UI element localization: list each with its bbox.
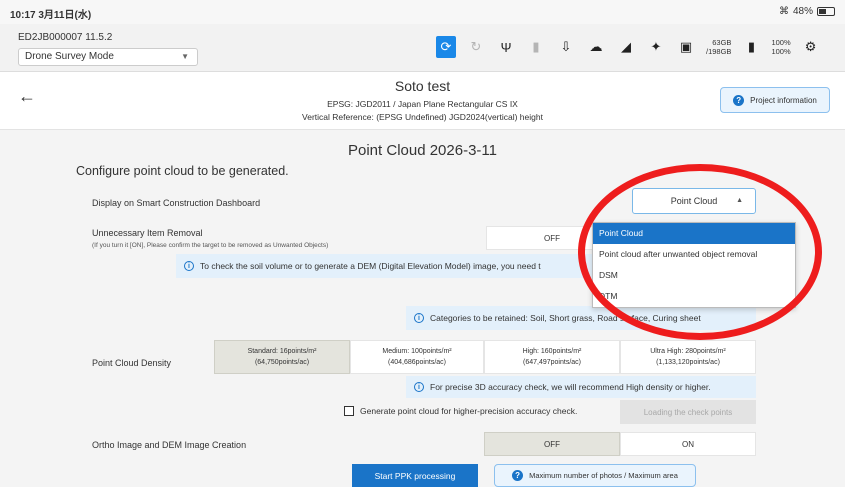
density-ultra-high[interactable]: Ultra High: 280points/m² (1,133,120point… [620,340,756,374]
categories-note: i Categories to be retained: Soil, Short… [406,306,756,330]
removal-sublabel: (If you turn it [ON], Please confirm the… [92,242,329,249]
point-cloud-settings: Point Cloud 2026-3-11 Configure point cl… [0,130,845,487]
density-standard-value: Standard: 16points/m² [247,348,317,355]
refresh-icon[interactable]: ⟳ [436,36,456,58]
chevron-up-icon: ▲ [736,197,743,204]
gear-icon[interactable]: ⚙ [801,36,821,58]
density-medium-value: Medium: 100points/m² [382,348,452,355]
ortho-off-toggle[interactable]: OFF [484,432,620,456]
status-battery: ⌘ 48% [779,6,835,17]
accuracy-check-label: Generate point cloud for higher-precisio… [360,406,578,416]
start-ppk-button[interactable]: Start PPK processing [352,464,478,487]
ortho-off-label: OFF [544,439,560,449]
help-icon: ? [733,94,745,106]
wifi-icon: ⌘ [778,6,789,17]
density-high-value: High: 160points/m² [522,348,582,355]
display-dropdown-menu: Point Cloud Point cloud after unwanted o… [592,222,796,308]
maximum-photos-label: Maximum number of photos / Maximum area [529,471,678,480]
density-medium-ac: (404,686points/ac) [388,359,446,366]
info-icon: i [184,261,194,271]
accuracy-check-checkbox[interactable] [344,406,354,416]
loading-check-points-label: Loading the check points [643,407,733,417]
usb-icon[interactable]: Ψ [496,36,516,58]
density-note: i For precise 3D accuracy check, we will… [406,376,756,398]
toolbar-icons: ⟳ ↻ Ψ ▮ ⇩ ☁ ◢ ✦ ▣ 63GB /198GB ▮ 100% 100… [436,36,821,58]
satellite-icon: ✦ [650,39,662,54]
project-title: Soto test [394,78,451,94]
cloud-icon[interactable]: ☁ [586,36,606,58]
dropdown-item-dtm[interactable]: DTM [593,286,795,307]
project-information-button[interactable]: ? Project information [720,87,830,113]
chevron-down-icon: ▼ [181,52,189,61]
density-label: Point Cloud Density [92,358,172,368]
project-information-label: Project information [750,95,817,105]
ortho-on-toggle[interactable]: ON [620,432,756,456]
status-bar: 10:17 3月11日(水) ⌘ 48% [0,0,845,24]
epsg-text: EPSG: JGD2011 / Japan Plane Rectangular … [327,99,518,109]
drone-battery-icon: ▮ [747,39,756,54]
sync-icon[interactable]: ↻ [466,36,486,58]
soil-volume-note-text: To check the soil volume or to generate … [200,261,541,271]
photos-icon: ▣ [679,39,693,54]
status-time: 10:17 3月11日(水) [10,10,92,21]
battery-level-1: 100% [771,38,791,47]
display-select-value: Point Cloud [670,196,718,206]
categories-note-text: Categories to be retained: Soil, Short g… [430,313,701,323]
density-high-ac: (647,497points/ac) [523,359,581,366]
help-icon: ? [512,470,524,481]
vertical-reference-text: Vertical Reference: (EPSG Undefined) JGD… [302,112,543,122]
removal-off-label: OFF [544,233,560,243]
density-high[interactable]: High: 160points/m² (647,497points/ac) [484,340,620,374]
loading-check-points-button[interactable]: Loading the check points [620,400,756,424]
start-ppk-label: Start PPK processing [374,470,456,481]
battery-icon [817,7,835,16]
info-icon: i [414,313,424,323]
mode-select[interactable]: Drone Survey Mode ▼ [18,48,198,66]
storage-readout: 63GB /198GB [706,38,731,56]
ortho-label: Ortho Image and DEM Image Creation [92,440,247,450]
download-icon[interactable]: ⇩ [556,36,576,58]
density-ultra-high-ac: (1,133,120points/ac) [656,359,720,366]
density-standard[interactable]: Standard: 16points/m² (64,750points/ac) [214,340,350,374]
storage-total: /198GB [706,47,732,56]
battery-level-2: 100% [771,47,791,56]
soil-volume-note: i To check the soil volume or to generat… [176,254,596,278]
ortho-on-label: ON [682,439,694,449]
display-select[interactable]: Point Cloud ▲ [632,188,756,214]
density-standard-ac: (64,750points/ac) [254,359,310,366]
dropdown-item-dsm[interactable]: DSM [593,265,795,286]
accuracy-check-row[interactable]: Generate point cloud for higher-precisio… [344,406,577,416]
toolbar: ED2JB000007 11.5.2 Drone Survey Mode ▼ ⟳… [0,24,845,72]
signal-icon: ◢ [621,39,631,54]
display-label: Display on Smart Construction Dashboard [92,198,261,208]
project-header: ← Soto test EPSG: JGD2011 / Japan Plane … [0,72,845,130]
density-ultra-high-value: Ultra High: 280points/m² [650,348,726,355]
battery-percent: 48% [792,6,813,17]
maximum-photos-button[interactable]: ? Maximum number of photos / Maximum are… [494,464,696,487]
removal-label: Unnecessary Item Removal [92,228,203,238]
info-icon: i [414,382,424,392]
density-note-text: For precise 3D accuracy check, we will r… [430,382,711,392]
storage-free: 63GB [712,38,732,47]
device-id: ED2JB000007 11.5.2 [18,32,113,43]
dropdown-item-point-cloud-removal[interactable]: Point cloud after unwanted object remova… [593,244,795,265]
page-title: Point Cloud 2026-3-11 [348,142,497,159]
battery-readout: 100% 100% [771,38,790,56]
configure-heading: Configure point cloud to be generated. [76,164,289,178]
density-medium[interactable]: Medium: 100points/m² (404,686points/ac) [350,340,484,374]
sd-card-icon[interactable]: ▮ [526,36,546,58]
mode-select-value: Drone Survey Mode [25,51,114,62]
dropdown-item-point-cloud[interactable]: Point Cloud [593,223,795,244]
